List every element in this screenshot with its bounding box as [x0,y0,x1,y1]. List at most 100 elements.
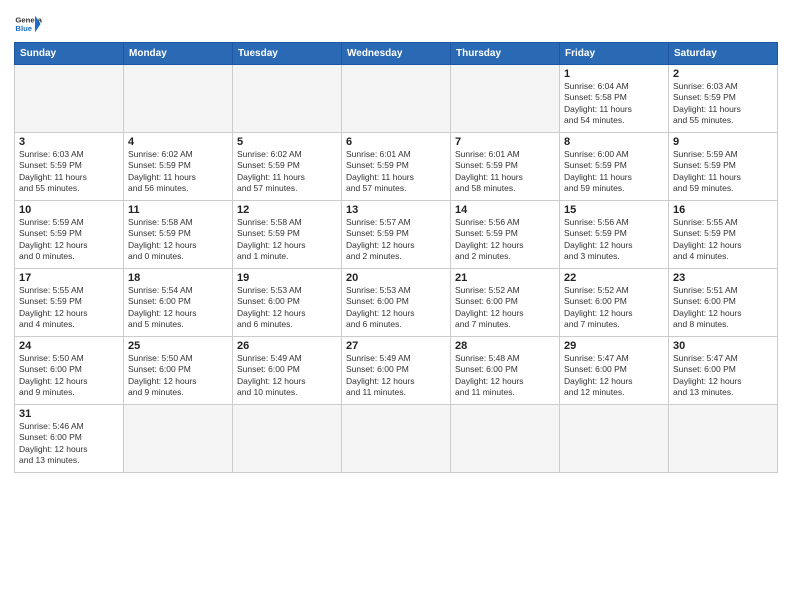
day-info: Sunrise: 5:49 AM Sunset: 6:00 PM Dayligh… [237,353,337,399]
week-row-4: 24Sunrise: 5:50 AM Sunset: 6:00 PM Dayli… [15,337,778,405]
calendar-cell: 17Sunrise: 5:55 AM Sunset: 5:59 PM Dayli… [15,269,124,337]
calendar-cell [669,405,778,473]
calendar-cell: 28Sunrise: 5:48 AM Sunset: 6:00 PM Dayli… [451,337,560,405]
day-info: Sunrise: 5:52 AM Sunset: 6:00 PM Dayligh… [455,285,555,331]
day-info: Sunrise: 5:59 AM Sunset: 5:59 PM Dayligh… [19,217,119,263]
day-info: Sunrise: 5:57 AM Sunset: 5:59 PM Dayligh… [346,217,446,263]
day-number: 24 [19,340,119,352]
day-number: 20 [346,272,446,284]
calendar-cell: 9Sunrise: 5:59 AM Sunset: 5:59 PM Daylig… [669,133,778,201]
day-number: 28 [455,340,555,352]
day-number: 10 [19,204,119,216]
day-number: 6 [346,136,446,148]
calendar-cell: 11Sunrise: 5:58 AM Sunset: 5:59 PM Dayli… [124,201,233,269]
day-number: 12 [237,204,337,216]
day-info: Sunrise: 5:53 AM Sunset: 6:00 PM Dayligh… [346,285,446,331]
calendar-cell: 16Sunrise: 5:55 AM Sunset: 5:59 PM Dayli… [669,201,778,269]
calendar-cell: 23Sunrise: 5:51 AM Sunset: 6:00 PM Dayli… [669,269,778,337]
day-info: Sunrise: 6:01 AM Sunset: 5:59 PM Dayligh… [455,149,555,195]
calendar-table: SundayMondayTuesdayWednesdayThursdayFrid… [14,42,778,473]
calendar-cell [342,65,451,133]
calendar-cell: 30Sunrise: 5:47 AM Sunset: 6:00 PM Dayli… [669,337,778,405]
week-row-2: 10Sunrise: 5:59 AM Sunset: 5:59 PM Dayli… [15,201,778,269]
day-number: 11 [128,204,228,216]
day-info: Sunrise: 6:02 AM Sunset: 5:59 PM Dayligh… [128,149,228,195]
logo-icon: General Blue [14,10,42,38]
day-info: Sunrise: 5:58 AM Sunset: 5:59 PM Dayligh… [237,217,337,263]
day-number: 3 [19,136,119,148]
day-info: Sunrise: 5:56 AM Sunset: 5:59 PM Dayligh… [455,217,555,263]
calendar-cell: 13Sunrise: 5:57 AM Sunset: 5:59 PM Dayli… [342,201,451,269]
day-number: 2 [673,68,773,80]
logo: General Blue [14,10,42,38]
day-info: Sunrise: 5:55 AM Sunset: 5:59 PM Dayligh… [673,217,773,263]
calendar-cell: 1Sunrise: 6:04 AM Sunset: 5:58 PM Daylig… [560,65,669,133]
weekday-header-monday: Monday [124,43,233,65]
calendar-cell: 27Sunrise: 5:49 AM Sunset: 6:00 PM Dayli… [342,337,451,405]
calendar-cell: 18Sunrise: 5:54 AM Sunset: 6:00 PM Dayli… [124,269,233,337]
weekday-header-wednesday: Wednesday [342,43,451,65]
calendar-cell: 4Sunrise: 6:02 AM Sunset: 5:59 PM Daylig… [124,133,233,201]
day-number: 27 [346,340,446,352]
calendar-cell [451,65,560,133]
day-number: 25 [128,340,228,352]
day-number: 26 [237,340,337,352]
calendar-cell: 25Sunrise: 5:50 AM Sunset: 6:00 PM Dayli… [124,337,233,405]
day-number: 7 [455,136,555,148]
calendar-cell: 31Sunrise: 5:46 AM Sunset: 6:00 PM Dayli… [15,405,124,473]
calendar-cell [15,65,124,133]
week-row-0: 1Sunrise: 6:04 AM Sunset: 5:58 PM Daylig… [15,65,778,133]
day-info: Sunrise: 6:03 AM Sunset: 5:59 PM Dayligh… [673,81,773,127]
day-info: Sunrise: 6:03 AM Sunset: 5:59 PM Dayligh… [19,149,119,195]
day-info: Sunrise: 5:54 AM Sunset: 6:00 PM Dayligh… [128,285,228,331]
calendar-cell: 22Sunrise: 5:52 AM Sunset: 6:00 PM Dayli… [560,269,669,337]
calendar-cell [560,405,669,473]
day-number: 29 [564,340,664,352]
day-number: 31 [19,408,119,420]
day-number: 22 [564,272,664,284]
day-info: Sunrise: 5:58 AM Sunset: 5:59 PM Dayligh… [128,217,228,263]
weekday-header-tuesday: Tuesday [233,43,342,65]
day-info: Sunrise: 5:52 AM Sunset: 6:00 PM Dayligh… [564,285,664,331]
calendar-cell: 7Sunrise: 6:01 AM Sunset: 5:59 PM Daylig… [451,133,560,201]
weekday-header-friday: Friday [560,43,669,65]
calendar-cell: 2Sunrise: 6:03 AM Sunset: 5:59 PM Daylig… [669,65,778,133]
calendar-cell: 14Sunrise: 5:56 AM Sunset: 5:59 PM Dayli… [451,201,560,269]
calendar-cell [124,405,233,473]
calendar-cell: 6Sunrise: 6:01 AM Sunset: 5:59 PM Daylig… [342,133,451,201]
day-info: Sunrise: 5:59 AM Sunset: 5:59 PM Dayligh… [673,149,773,195]
day-number: 9 [673,136,773,148]
calendar-cell [124,65,233,133]
weekday-header-saturday: Saturday [669,43,778,65]
day-number: 16 [673,204,773,216]
day-number: 15 [564,204,664,216]
calendar-cell [233,405,342,473]
day-info: Sunrise: 5:50 AM Sunset: 6:00 PM Dayligh… [19,353,119,399]
calendar-cell [233,65,342,133]
calendar-cell: 26Sunrise: 5:49 AM Sunset: 6:00 PM Dayli… [233,337,342,405]
day-info: Sunrise: 6:04 AM Sunset: 5:58 PM Dayligh… [564,81,664,127]
weekday-header-thursday: Thursday [451,43,560,65]
calendar-cell: 8Sunrise: 6:00 AM Sunset: 5:59 PM Daylig… [560,133,669,201]
day-number: 18 [128,272,228,284]
day-number: 5 [237,136,337,148]
svg-text:Blue: Blue [15,24,32,33]
day-number: 8 [564,136,664,148]
day-number: 4 [128,136,228,148]
day-info: Sunrise: 6:01 AM Sunset: 5:59 PM Dayligh… [346,149,446,195]
calendar-cell: 12Sunrise: 5:58 AM Sunset: 5:59 PM Dayli… [233,201,342,269]
calendar-cell: 29Sunrise: 5:47 AM Sunset: 6:00 PM Dayli… [560,337,669,405]
day-number: 23 [673,272,773,284]
header-area: General Blue [14,10,778,38]
day-number: 1 [564,68,664,80]
day-number: 13 [346,204,446,216]
calendar-cell: 19Sunrise: 5:53 AM Sunset: 6:00 PM Dayli… [233,269,342,337]
day-info: Sunrise: 5:51 AM Sunset: 6:00 PM Dayligh… [673,285,773,331]
page: General Blue SundayMondayTuesdayWednesda… [0,0,792,612]
day-info: Sunrise: 5:47 AM Sunset: 6:00 PM Dayligh… [673,353,773,399]
day-number: 19 [237,272,337,284]
day-info: Sunrise: 5:47 AM Sunset: 6:00 PM Dayligh… [564,353,664,399]
calendar-cell [451,405,560,473]
day-info: Sunrise: 5:48 AM Sunset: 6:00 PM Dayligh… [455,353,555,399]
day-number: 21 [455,272,555,284]
